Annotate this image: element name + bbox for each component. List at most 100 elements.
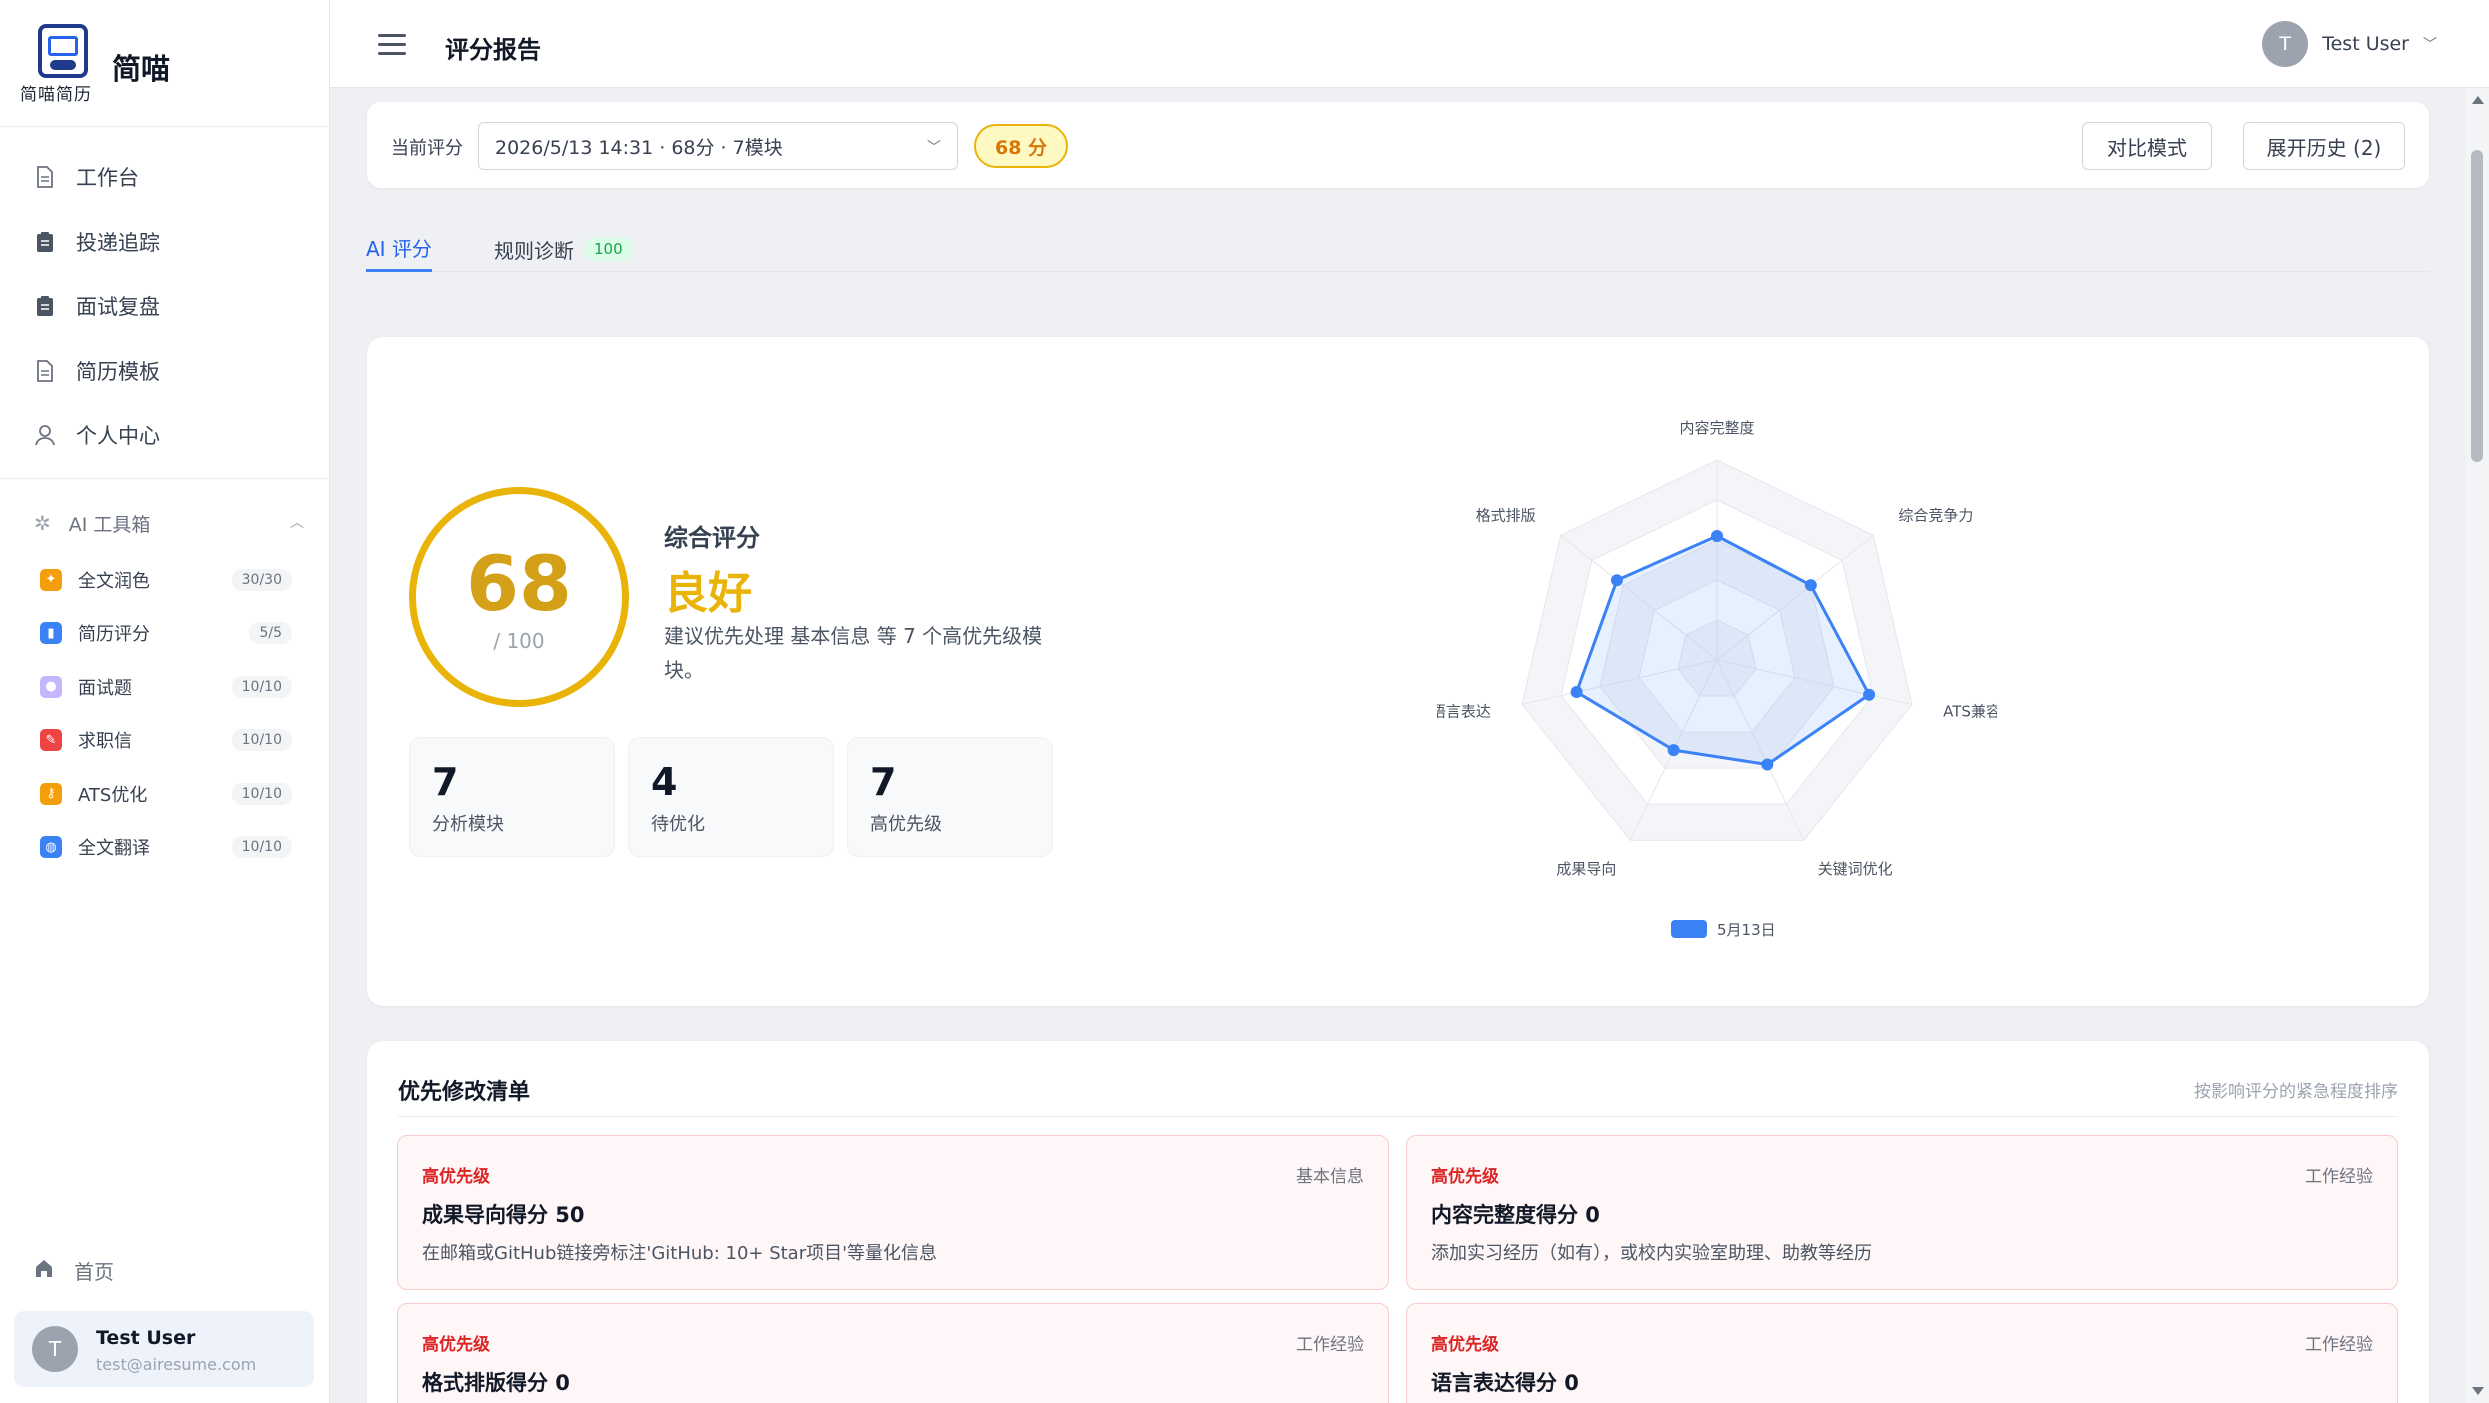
priority-list-card: 优先修改清单 按影响评分的紧急程度排序 高优先级 基本信息 成果导向得分 50 … <box>367 1041 2429 1403</box>
stat-number: 7 <box>870 760 897 804</box>
stat-number: 7 <box>432 760 459 804</box>
priority-item-title: 语言表达得分 0 <box>1431 1371 1579 1395</box>
avatar: T <box>2262 21 2309 67</box>
user-name: Test User <box>96 1327 196 1349</box>
priority-category: 工作经验 <box>1296 1335 1364 1355</box>
priority-item-desc: 在邮箱或GitHub链接旁标注'GitHub: 10+ Star项目'等量化信息 <box>422 1243 938 1264</box>
ai-toolbox-header[interactable]: ✲ AI 工具箱 ︿ <box>34 506 304 540</box>
priority-category: 工作经验 <box>2305 1335 2373 1355</box>
tab-ai-score[interactable]: AI 评分 <box>366 226 432 272</box>
sidebar-item-profile[interactable]: 个人中心 <box>0 403 330 468</box>
tool-translate[interactable]: ◍ 全文翻译 10/10 <box>0 821 330 875</box>
ai-toolbox-title: AI 工具箱 <box>68 513 151 536</box>
stat-card: 7 分析模块 <box>409 737 615 857</box>
sidebar-item-tracking[interactable]: 投递追踪 <box>0 210 330 275</box>
priority-level: 高优先级 <box>422 1335 490 1355</box>
selector-label: 当前评分 <box>391 138 463 159</box>
scroll-down-icon[interactable] <box>2472 1387 2484 1395</box>
stat-caption: 分析模块 <box>432 814 504 835</box>
priority-hint: 按影响评分的紧急程度排序 <box>2194 1082 2398 1102</box>
hamburger-menu-icon[interactable] <box>378 34 406 55</box>
stat-caption: 高优先级 <box>870 814 942 835</box>
priority-item[interactable]: 高优先级 工作经验 格式排版得分 0 <box>397 1303 1389 1403</box>
priority-item-title: 成果导向得分 50 <box>422 1203 585 1227</box>
priority-item-title: 格式排版得分 0 <box>422 1371 570 1395</box>
divider <box>0 126 330 127</box>
verdict: 良好 <box>664 568 752 619</box>
priority-item[interactable]: 高优先级 基本信息 成果导向得分 50 在邮箱或GitHub链接旁标注'GitH… <box>397 1135 1389 1290</box>
radar-axis-label: 成果导向 <box>1556 860 1616 878</box>
score-selector-bar: 当前评分 2026/5/13 14:31 · 68分 · 7模块 ﹀ 68 分 … <box>367 102 2429 188</box>
sparkle-icon: ✦ <box>40 568 62 591</box>
sidebar-item-interview-review[interactable]: 面试复盘 <box>0 274 330 339</box>
radar-chart-svg: 内容完整度综合竞争力 ATS兼容性关键词优化 成果导向 语言表达 格式排版 5月13日 <box>1437 419 1997 939</box>
chevron-down-icon: ﹀ <box>2423 37 2437 53</box>
bar-chart-icon: ▮ <box>40 622 62 645</box>
home-link[interactable]: 首页 <box>34 1256 114 1285</box>
stat-card: 4 待优化 <box>628 737 834 857</box>
tab-label: 规则诊断 <box>494 238 574 263</box>
tab-badge: 100 <box>584 237 633 261</box>
user-icon <box>34 424 56 446</box>
radar-chart: 内容完整度综合竞争力 ATS兼容性关键词优化 成果导向 语言表达 格式排版 5月13日 <box>1437 397 1997 957</box>
radar-axis-label: 关键词优化 <box>1818 860 1893 878</box>
stat-number: 4 <box>651 760 678 804</box>
sidebar-item-workbench[interactable]: 工作台 <box>0 145 330 210</box>
clipboard-icon <box>34 231 56 253</box>
divider <box>398 1116 2398 1117</box>
scroll-up-icon[interactable] <box>2472 96 2484 104</box>
radar-data-point <box>1570 686 1583 699</box>
quota-badge: 10/10 <box>231 782 292 805</box>
page-scrollbar[interactable] <box>2466 88 2489 1403</box>
document-icon <box>34 166 56 189</box>
sidebar-item-label: 简历模板 <box>76 359 160 384</box>
score-summary-card: 68 / 100 综合评分 良好 建议优先处理 基本信息 等 7 个高优先级模块… <box>367 337 2429 1006</box>
priority-category: 基本信息 <box>1296 1167 1364 1187</box>
priority-level: 高优先级 <box>1431 1335 1499 1355</box>
brand-logo-icon <box>38 24 88 78</box>
tool-interview-questions[interactable]: ● 面试题 10/10 <box>0 660 330 714</box>
tool-label: 简历评分 <box>78 624 150 646</box>
quota-badge: 10/10 <box>231 836 292 859</box>
radar-axis-label: 格式排版 <box>1476 506 1536 524</box>
clipboard-icon <box>34 295 56 317</box>
radar-axis-label: ATS兼容性 <box>1943 703 1997 721</box>
globe-icon: ◍ <box>40 836 62 859</box>
top-header: 评分报告 T Test User ﹀ <box>330 0 2489 88</box>
divider <box>0 478 330 479</box>
priority-item-title: 内容完整度得分 0 <box>1431 1203 1600 1227</box>
advice-text: 建议优先处理 基本信息 等 7 个高优先级模块。 <box>664 624 1043 682</box>
tool-ats-optimize[interactable]: ⚷ ATS优化 10/10 <box>0 767 330 821</box>
key-icon: ⚷ <box>40 782 62 805</box>
page-title: 评分报告 <box>445 36 541 64</box>
brand[interactable]: 简喵简历 简喵 <box>20 24 320 105</box>
compare-mode-button[interactable]: 对比模式 <box>2082 122 2212 170</box>
user-card[interactable]: T Test User test@airesume.com <box>14 1311 314 1387</box>
radar-data-point <box>1667 744 1680 757</box>
app-root: 简喵简历 简喵 工作台 投递追踪 面试复盘 简历模板 个人中心 ✲ AI 工具箱… <box>0 0 2489 1403</box>
tab-rule-diagnosis[interactable]: 规则诊断 100 <box>494 226 633 272</box>
tool-resume-score[interactable]: ▮ 简历评分 5/5 <box>0 607 330 661</box>
letter-icon: ✎ <box>40 729 62 752</box>
sidebar-item-templates[interactable]: 简历模板 <box>0 339 330 404</box>
scrollbar-thumb[interactable] <box>2471 150 2483 462</box>
score-pill: 68 分 <box>974 124 1068 168</box>
radar-axis-label: 语言表达 <box>1437 703 1491 721</box>
radar-data-point <box>1804 579 1817 592</box>
quota-badge: 30/30 <box>231 568 292 591</box>
priority-item[interactable]: 高优先级 工作经验 语言表达得分 0 <box>1406 1303 2398 1403</box>
tool-label: 求职信 <box>78 731 132 753</box>
quota-badge: 5/5 <box>249 622 292 645</box>
document-icon <box>34 359 56 382</box>
priority-item[interactable]: 高优先级 工作经验 内容完整度得分 0 添加实习经历（如有），或校内实验室助理、… <box>1406 1135 2398 1290</box>
sidebar-item-label: 投递追踪 <box>76 230 160 255</box>
user-menu[interactable]: T Test User ﹀ <box>2262 20 2437 68</box>
score-version-select[interactable]: 2026/5/13 14:31 · 68分 · 7模块 ﹀ <box>478 122 958 170</box>
legend-label: 5月13日 <box>1717 921 1776 939</box>
expand-history-button[interactable]: 展开历史 (2) <box>2243 122 2405 170</box>
radar-data-point <box>1863 688 1876 701</box>
radar-data-point <box>1761 758 1774 771</box>
tab-label: AI 评分 <box>366 237 432 261</box>
tool-cover-letter[interactable]: ✎ 求职信 10/10 <box>0 714 330 768</box>
tool-polish[interactable]: ✦ 全文润色 30/30 <box>0 553 330 607</box>
